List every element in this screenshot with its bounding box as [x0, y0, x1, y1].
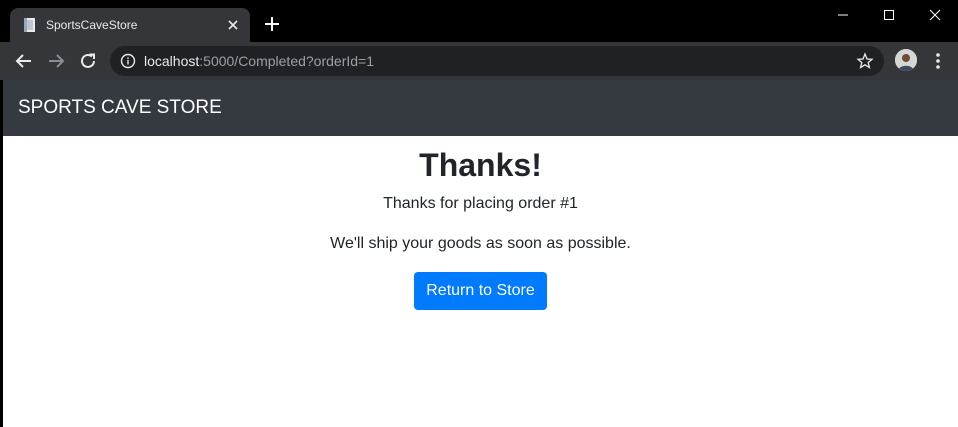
browser-menu-icon[interactable] — [930, 51, 946, 71]
tab-title: SportsCaveStore — [46, 18, 138, 32]
window-close-icon[interactable] — [912, 0, 958, 30]
site-navbar: SPORTS CAVE STORE — [3, 80, 958, 136]
new-tab-plus-icon[interactable] — [262, 14, 282, 34]
page-title: Thanks! — [419, 147, 542, 183]
url-text[interactable]: localhost:5000/Completed?orderId=1 — [144, 53, 374, 69]
address-bar[interactable]: localhost:5000/Completed?orderId=1 — [110, 46, 884, 76]
browser-window: SportsCaveStore localhost:5000/Completed… — [0, 0, 958, 427]
browser-tab[interactable]: SportsCaveStore — [10, 8, 250, 42]
return-to-store-button[interactable]: Return to Store — [414, 272, 547, 310]
url-path: :5000/Completed?orderId=1 — [199, 53, 374, 69]
browser-toolbar: localhost:5000/Completed?orderId=1 — [0, 42, 958, 80]
back-arrow-icon[interactable] — [12, 49, 36, 73]
forward-arrow-icon[interactable] — [44, 49, 68, 73]
reload-icon[interactable] — [76, 49, 100, 73]
tab-strip: SportsCaveStore — [0, 0, 958, 42]
maximize-icon[interactable] — [866, 0, 912, 30]
close-tab-icon[interactable] — [224, 16, 242, 34]
page-favicon-icon — [24, 18, 35, 32]
profile-avatar[interactable] — [895, 49, 917, 71]
site-info-icon[interactable] — [120, 53, 136, 69]
minimize-icon[interactable] — [820, 0, 866, 30]
site-brand[interactable]: SPORTS CAVE STORE — [18, 96, 222, 120]
bookmark-star-icon[interactable] — [856, 52, 874, 70]
order-completed-content: Thanks! Thanks for placing order #1 We'l… — [3, 136, 958, 310]
order-message: Thanks for placing order #1 — [383, 195, 578, 212]
shipping-message: We'll ship your goods as soon as possibl… — [330, 235, 631, 252]
url-host: localhost — [144, 53, 200, 69]
window-controls — [820, 0, 958, 30]
page-viewport: SPORTS CAVE STORE Thanks! Thanks for pla… — [3, 80, 958, 427]
